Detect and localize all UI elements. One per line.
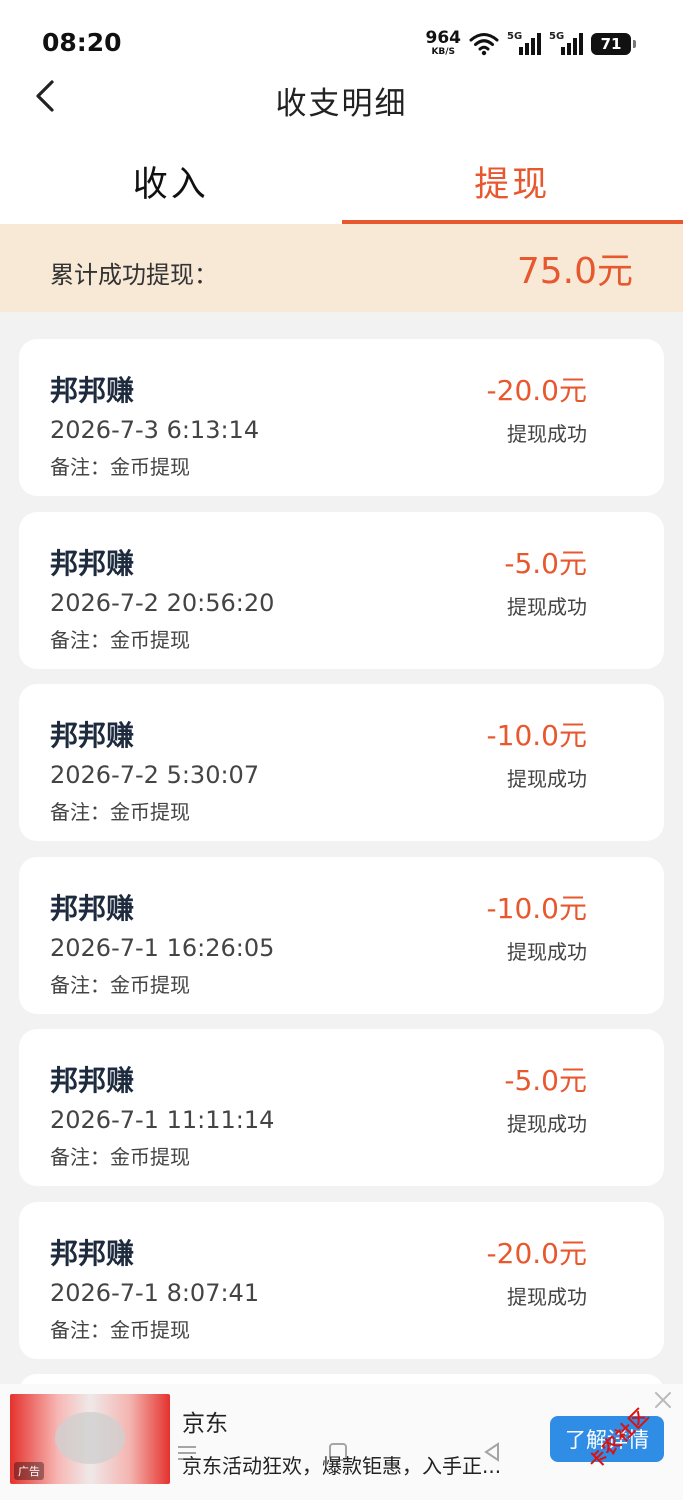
record-title: 邦邦赚 <box>50 1064 135 1097</box>
network-speed: 964 KB/S <box>426 30 462 57</box>
status-icons: 964 KB/S 5G 5G 71 <box>426 30 636 57</box>
record-title: 邦邦赚 <box>50 546 135 580</box>
status-time: 08:20 <box>42 28 122 57</box>
nav-header: 收支明细 <box>0 60 683 140</box>
ad-title: 京东 <box>182 1411 228 1437</box>
record-note: 备注：金币提现 <box>50 1317 190 1342</box>
ad-image[interactable]: 广告 <box>10 1394 170 1484</box>
record-date: 2026-7-1 16:26:05 <box>50 933 275 962</box>
menu-nav-icon[interactable] <box>176 1444 198 1462</box>
record-status: 提现成功 <box>507 767 587 791</box>
record-title: 邦邦赚 <box>50 374 135 407</box>
record-note: 备注：金币提现 <box>50 800 190 824</box>
record-note: 备注：金币提现 <box>50 627 190 652</box>
record-title: 邦邦赚 <box>50 1236 135 1270</box>
record-amount: -10.0元 <box>486 719 587 752</box>
record-item[interactable]: 邦邦赚 2026-7-3 6:13:14 备注：金币提现 -20.0元 提现成功 <box>19 339 664 496</box>
record-note: 备注：金币提现 <box>50 1145 190 1169</box>
record-note: 备注：金币提现 <box>50 455 190 479</box>
wifi-icon <box>469 32 499 55</box>
record-amount: -10.0元 <box>486 891 587 925</box>
record-amount: -5.0元 <box>504 1064 587 1097</box>
summary-label: 累计成功提现： <box>50 261 218 289</box>
page-title: 收支明细 <box>275 86 408 122</box>
close-icon[interactable] <box>651 1388 675 1412</box>
record-date: 2026-7-2 20:56:20 <box>50 588 275 617</box>
tab-withdraw[interactable]: 提现 <box>341 140 683 224</box>
record-date: 2026-7-3 6:13:14 <box>50 416 260 444</box>
record-amount: -20.0元 <box>486 1236 587 1270</box>
record-title: 邦邦赚 <box>50 891 135 925</box>
record-item[interactable]: 邦邦赚 2026-7-1 11:11:14 备注：金币提现 -5.0元 提现成功 <box>19 1029 664 1186</box>
summary-amount: 75.0元 <box>516 251 633 292</box>
record-item[interactable]: 邦邦赚 2026-7-2 5:30:07 备注：金币提现 -10.0元 提现成功 <box>19 684 664 841</box>
record-date: 2026-7-1 11:11:14 <box>50 1106 275 1134</box>
network-speed-value: 964 <box>425 28 462 48</box>
tab-bar: 收入 提现 <box>0 140 683 224</box>
record-list: 邦邦赚 2026-7-3 6:13:14 备注：金币提现 -20.0元 提现成功… <box>19 339 664 1374</box>
signal-icon-2: 5G <box>549 31 583 55</box>
battery-level: 71 <box>600 34 622 53</box>
record-item[interactable]: 邦邦赚 2026-7-2 20:56:20 备注：金币提现 -5.0元 提现成功 <box>19 511 664 669</box>
record-status: 提现成功 <box>507 1112 587 1136</box>
network-speed-unit: KB/S <box>431 47 456 57</box>
home-nav-icon[interactable] <box>328 1442 348 1462</box>
record-title: 邦邦赚 <box>50 719 135 752</box>
withdraw-summary: 累计成功提现： 75.0元 <box>0 224 683 312</box>
record-status: 提现成功 <box>507 1284 587 1309</box>
record-amount: -5.0元 <box>504 546 587 580</box>
system-nav-overlay <box>0 1440 683 1470</box>
record-date: 2026-7-2 5:30:07 <box>50 761 260 789</box>
record-status: 提现成功 <box>507 422 587 446</box>
back-nav-icon[interactable] <box>482 1442 502 1462</box>
record-item[interactable]: 邦邦赚 2026-7-1 16:26:05 备注：金币提现 -10.0元 提现成… <box>19 856 664 1014</box>
record-status: 提现成功 <box>507 939 587 964</box>
record-date: 2026-7-1 8:07:41 <box>50 1278 260 1307</box>
record-status: 提现成功 <box>507 594 587 619</box>
record-item[interactable]: 邦邦赚 2026-7-1 8:07:41 备注：金币提现 -20.0元 提现成功 <box>19 1201 664 1359</box>
tab-income[interactable]: 收入 <box>0 140 342 224</box>
signal-icon-1: 5G <box>507 31 541 55</box>
record-amount: -20.0元 <box>486 374 587 407</box>
battery-icon: 71 <box>591 32 636 55</box>
record-note: 备注：金币提现 <box>50 972 190 997</box>
